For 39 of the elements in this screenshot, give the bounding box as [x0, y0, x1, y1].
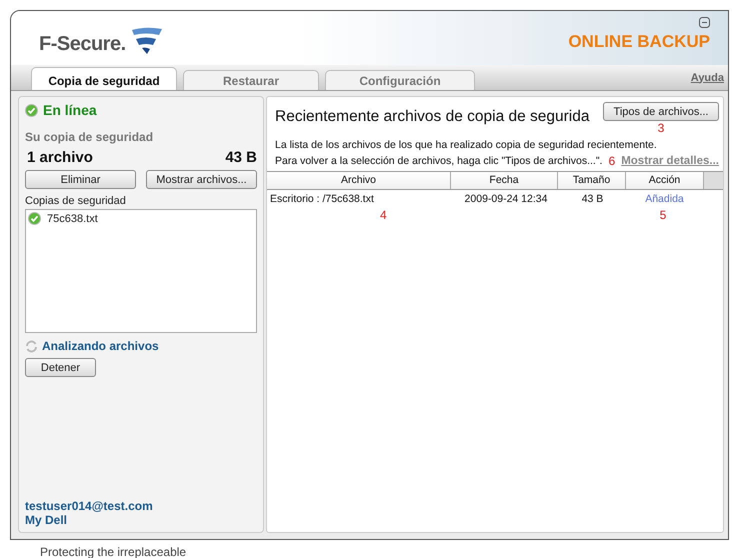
list-label: Copias de seguridad: [25, 195, 127, 207]
check-icon: [28, 212, 41, 225]
description-text: La lista de los archivos de los que ha realizado copia de seguridad recientemente.: [275, 139, 658, 151]
file-count: 1 archivo: [27, 149, 93, 166]
annotation-number: 5: [658, 207, 666, 222]
stop-button[interactable]: Detener: [25, 358, 96, 377]
account-email: testuser014@test.com: [25, 499, 154, 513]
activity-text: Analizando archivos: [42, 339, 159, 353]
column-header[interactable]: Tamaño: [558, 172, 626, 189]
refresh-icon: [25, 340, 38, 352]
action-button[interactable]: Mostrar archivos...: [146, 170, 257, 189]
panel-title: Recientemente archivos de copia de segurida: [275, 108, 590, 126]
tab[interactable]: Configuración: [325, 70, 475, 90]
brand-logo-text: F-Secure.: [39, 33, 126, 56]
table-cell-text: 2009-09-24 12:34: [464, 192, 548, 205]
backup-label: Su copia de seguridad: [25, 130, 154, 144]
annotation-number: 3: [658, 121, 664, 135]
table-cell-text: 43 B: [580, 192, 604, 205]
backup-size: 43 B: [225, 149, 257, 166]
action-button[interactable]: Eliminar: [25, 170, 136, 189]
column-header[interactable]: Fecha: [451, 172, 558, 189]
help-link[interactable]: Ayuda: [690, 72, 724, 84]
minimize-icon[interactable]: [699, 17, 710, 28]
list-item[interactable]: 75c638.txt: [47, 212, 98, 224]
file-types-button[interactable]: Tipos de archivos...: [603, 102, 719, 121]
column-header[interactable]: Archivo: [267, 172, 451, 189]
instruction-text: Para volver a la selección de archivos, haga clic "Tipos de archivos...".: [275, 155, 602, 167]
tab[interactable]: Copia de seguridad: [31, 67, 177, 90]
annotation-number: 6: [608, 154, 616, 168]
table-cell-text: Escritorio : /75c638.txt: [269, 192, 375, 205]
annotation-number: 4: [379, 207, 387, 222]
table-cell-text: Añadida: [644, 192, 685, 205]
status-text: En línea: [43, 102, 97, 118]
details-link[interactable]: Mostrar detalles...: [621, 155, 719, 167]
tab[interactable]: Restaurar: [183, 70, 319, 90]
header-filler: [704, 172, 723, 189]
check-icon: [25, 104, 38, 116]
product-name: ONLINE BACKUP: [568, 32, 710, 52]
account-link[interactable]: My Dell: [25, 513, 257, 527]
